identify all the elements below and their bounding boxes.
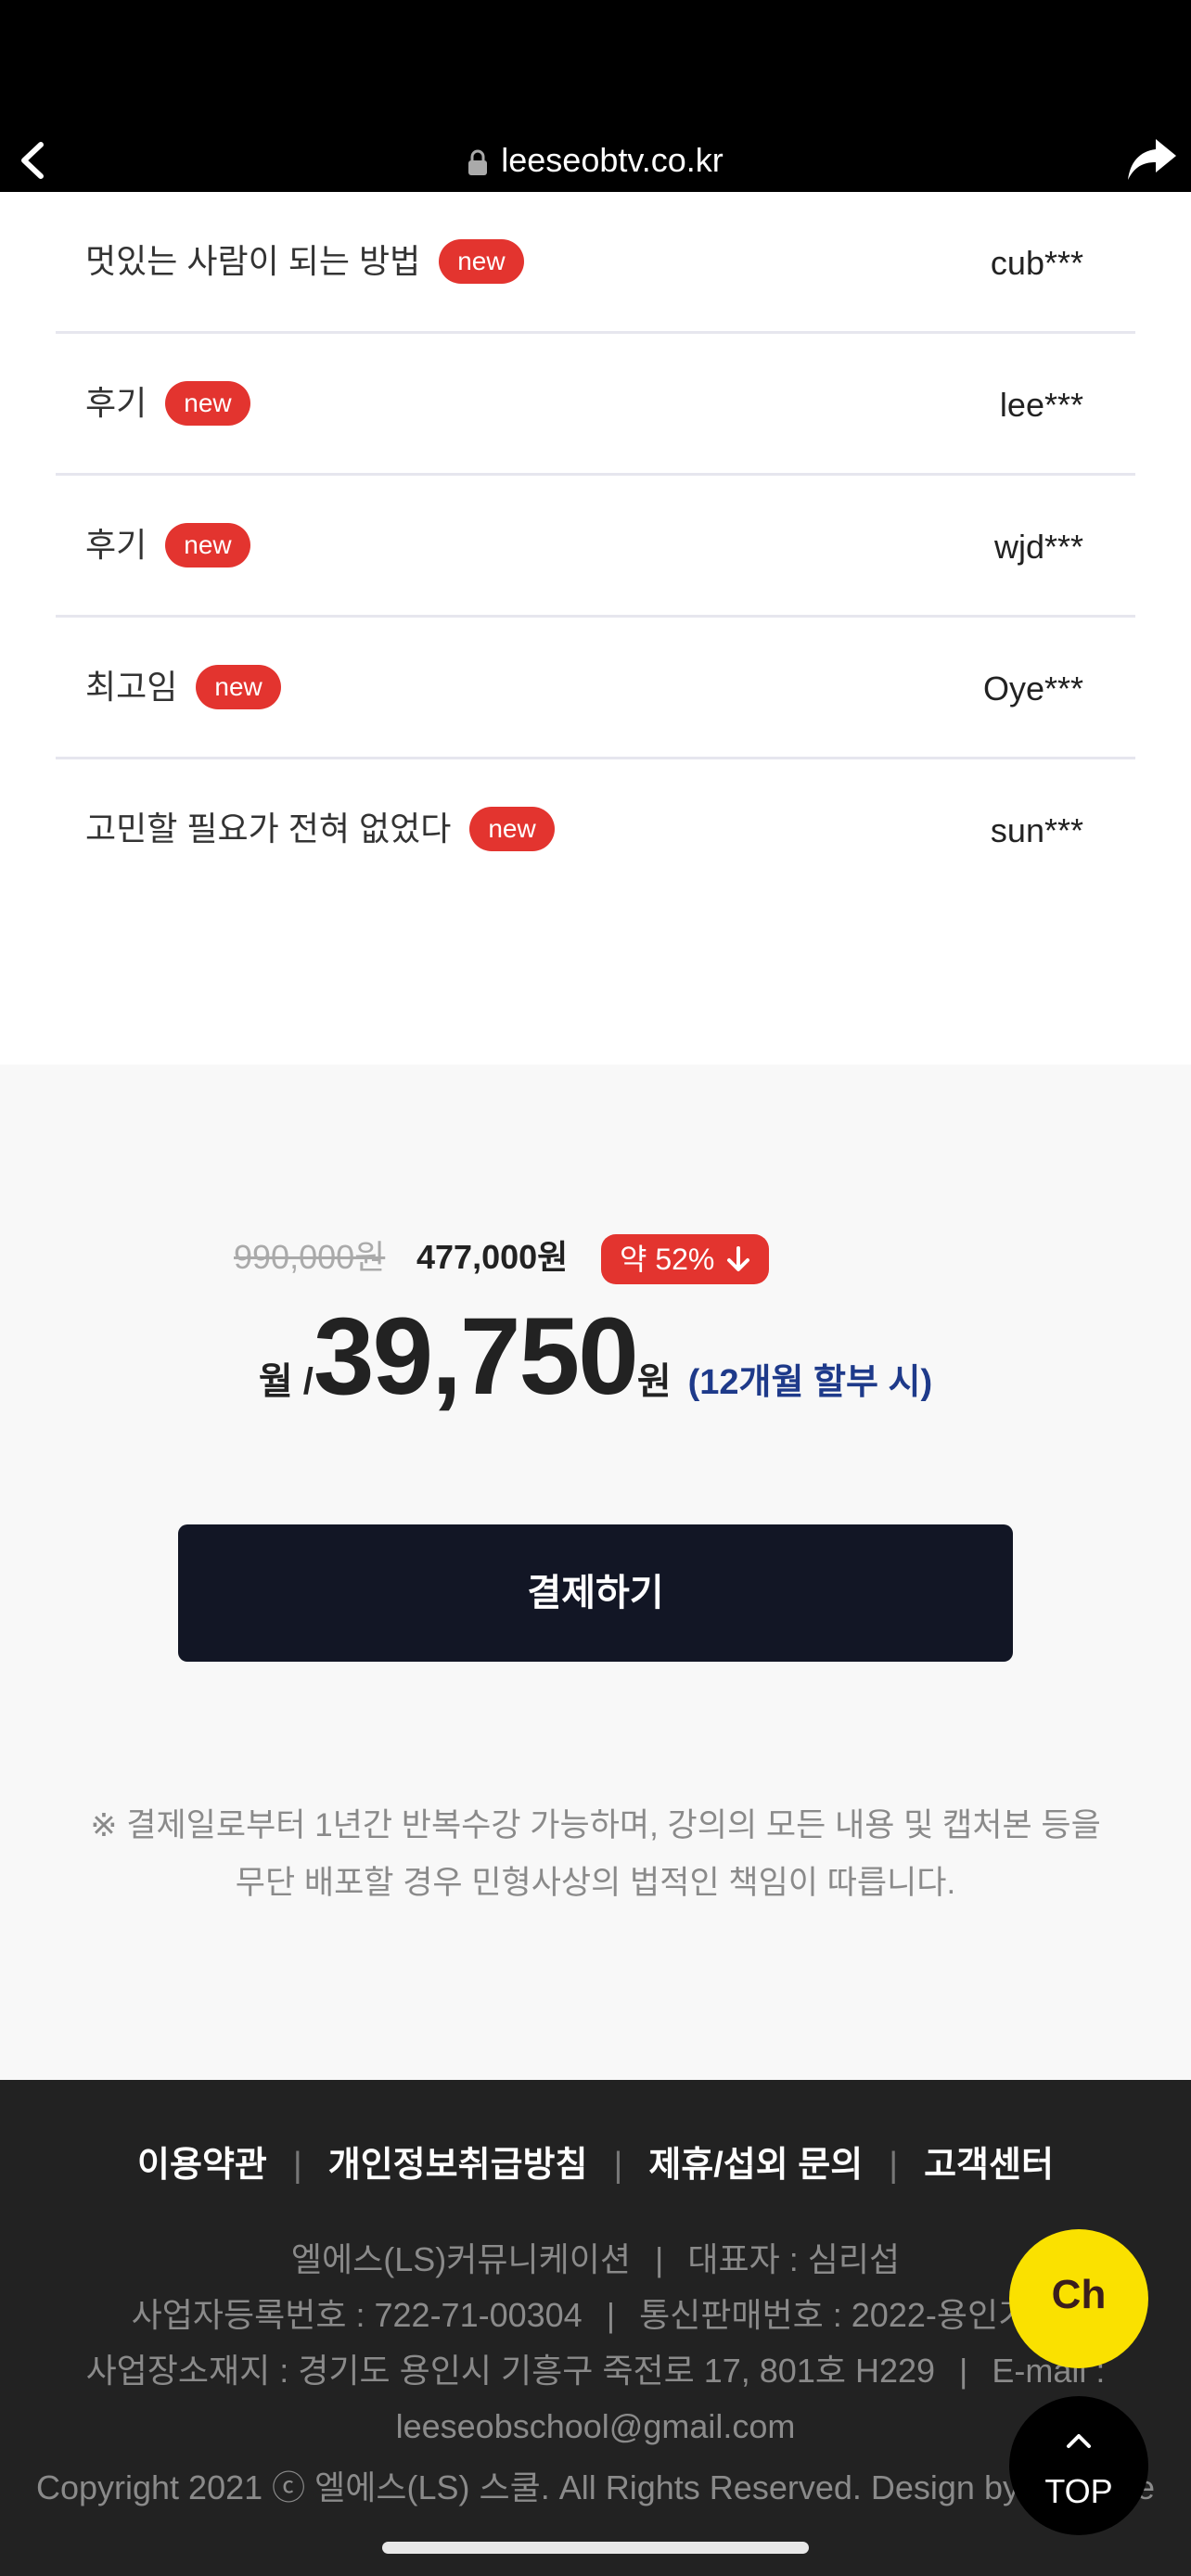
original-price: 990,000원 (234, 1238, 386, 1276)
arrow-down-icon (727, 1246, 750, 1271)
review-title: 멋있는 사람이 되는 방법 (85, 242, 421, 280)
separator: | (889, 2146, 899, 2185)
price-section: 990,000원 477,000원 약 52% 월 /39,750원 (12개월 … (0, 1065, 1191, 2080)
address: 사업장소재지 : 경기도 용인시 기흥구 죽전로 17, 801호 H229 (85, 2352, 936, 2390)
review-row[interactable]: 멋있는 사람이 되는 방법 new cub*** (56, 192, 1135, 334)
notice-line: ※ 결제일로부터 1년간 반복수강 가능하며, 강의의 모든 내용 및 캡처본 … (90, 1807, 1101, 1843)
notice-line: 무단 배포할 경우 민형사상의 법적인 책임이 따릅니다. (235, 1865, 956, 1901)
monthly-price: 월 /39,750원 (12개월 할부 시) (0, 1296, 1191, 1417)
review-row[interactable]: 후기 new wjd*** (56, 476, 1135, 618)
monthly-amount: 39,750 (313, 1295, 639, 1418)
discount-text: 약 52% (620, 1243, 715, 1276)
mail-order-number: 통신판매번호 : 2022-용인기흥 (639, 2296, 1060, 2334)
new-badge: new (165, 523, 250, 568)
privacy-link[interactable]: 개인정보취급방침 (328, 2146, 588, 2185)
share-icon (1128, 139, 1176, 180)
ceo-name: 대표자 : 심리섭 (687, 2240, 901, 2278)
review-title: 후기 (85, 384, 147, 422)
company-info: 엘에스(LS)커뮤니케이션 | 대표자 : 심리섭 사업자등록번호 : 722-71… (37, 2232, 1154, 2455)
lock-icon (468, 150, 488, 176)
review-title-wrap: 멋있는 사람이 되는 방법 new (85, 238, 524, 286)
review-title-wrap: 후기 new (85, 522, 250, 569)
review-user: cub*** (990, 244, 1083, 282)
top-label: TOP (1044, 2472, 1113, 2510)
sale-price: 477,000원 (416, 1238, 569, 1276)
discount-badge: 약 52% (601, 1234, 770, 1284)
installment-note: (12개월 할부 시) (687, 1363, 933, 1402)
new-badge: new (165, 381, 250, 427)
review-row[interactable]: 고민할 필요가 전혀 없었다 new sun*** (56, 759, 1135, 901)
url-text: leeseobtv.co.kr (501, 141, 724, 179)
review-title: 후기 (85, 526, 147, 564)
review-title-wrap: 최고임 new (85, 664, 281, 711)
partnership-link[interactable]: 제휴/섭외 문의 (648, 2146, 863, 2185)
separator: | (655, 2240, 664, 2278)
review-title: 최고임 (85, 668, 178, 706)
business-number: 사업자등록번호 : 722-71-00304 (131, 2296, 583, 2334)
review-title-wrap: 고민할 필요가 전혀 없었다 new (85, 806, 555, 853)
kakao-channel-button[interactable]: Ch (1009, 2229, 1148, 2368)
new-badge: new (196, 665, 281, 710)
registration-line: 사업자등록번호 : 722-71-00304 | 통신판매번호 : 2022-용인기… (37, 2288, 1154, 2343)
chat-bubble-icon: Ch (1051, 2272, 1107, 2317)
company-name: 엘에스(LS)커뮤니케이션 (290, 2240, 631, 2278)
scroll-top-button[interactable]: TOP (1009, 2396, 1148, 2535)
review-list: 멋있는 사람이 되는 방법 new cub*** 후기 new lee*** 후기 n… (56, 192, 1135, 901)
separator: | (292, 2146, 302, 2185)
review-title: 고민할 필요가 전혀 없었다 (85, 810, 452, 848)
review-user: sun*** (990, 811, 1083, 849)
payment-notice: ※ 결제일로부터 1년간 반복수강 가능하며, 강의의 모든 내용 및 캡처본 … (56, 1797, 1135, 1912)
company-line: 엘에스(LS)커뮤니케이션 | 대표자 : 심리섭 (37, 2232, 1154, 2288)
email[interactable]: leeseobschool@gmail.com (37, 2399, 1154, 2455)
new-badge: new (469, 807, 555, 852)
monthly-label: 월 / (258, 1361, 314, 1402)
new-badge: new (439, 239, 524, 285)
separator: | (613, 2146, 623, 2185)
separator: | (959, 2352, 968, 2390)
separator: | (606, 2296, 616, 2334)
monthly-unit: 원 (636, 1361, 672, 1402)
review-user: lee*** (999, 386, 1083, 424)
pay-button[interactable]: 결제하기 (178, 1524, 1013, 1662)
browser-top-bar: leeseobtv.co.kr (0, 0, 1191, 192)
url-bar[interactable]: leeseobtv.co.kr (0, 137, 1191, 184)
review-user: Oye*** (982, 670, 1083, 708)
review-row[interactable]: 후기 new lee*** (56, 334, 1135, 476)
terms-link[interactable]: 이용약관 (137, 2146, 267, 2185)
review-title-wrap: 후기 new (85, 380, 250, 427)
review-user: wjd*** (993, 528, 1083, 566)
home-indicator[interactable] (382, 2542, 809, 2554)
support-link[interactable]: 고객센터 (924, 2146, 1054, 2185)
chevron-up-icon (1067, 2434, 1091, 2448)
address-line: 사업장소재지 : 경기도 용인시 기흥구 죽전로 17, 801호 H229 | E… (37, 2343, 1154, 2399)
share-button[interactable] (1126, 135, 1178, 184)
footer-links: 이용약관 | 개인정보취급방침 | 제휴/섭외 문의 | 고객센터 (0, 2137, 1191, 2193)
review-row[interactable]: 최고임 new Oye*** (56, 618, 1135, 759)
